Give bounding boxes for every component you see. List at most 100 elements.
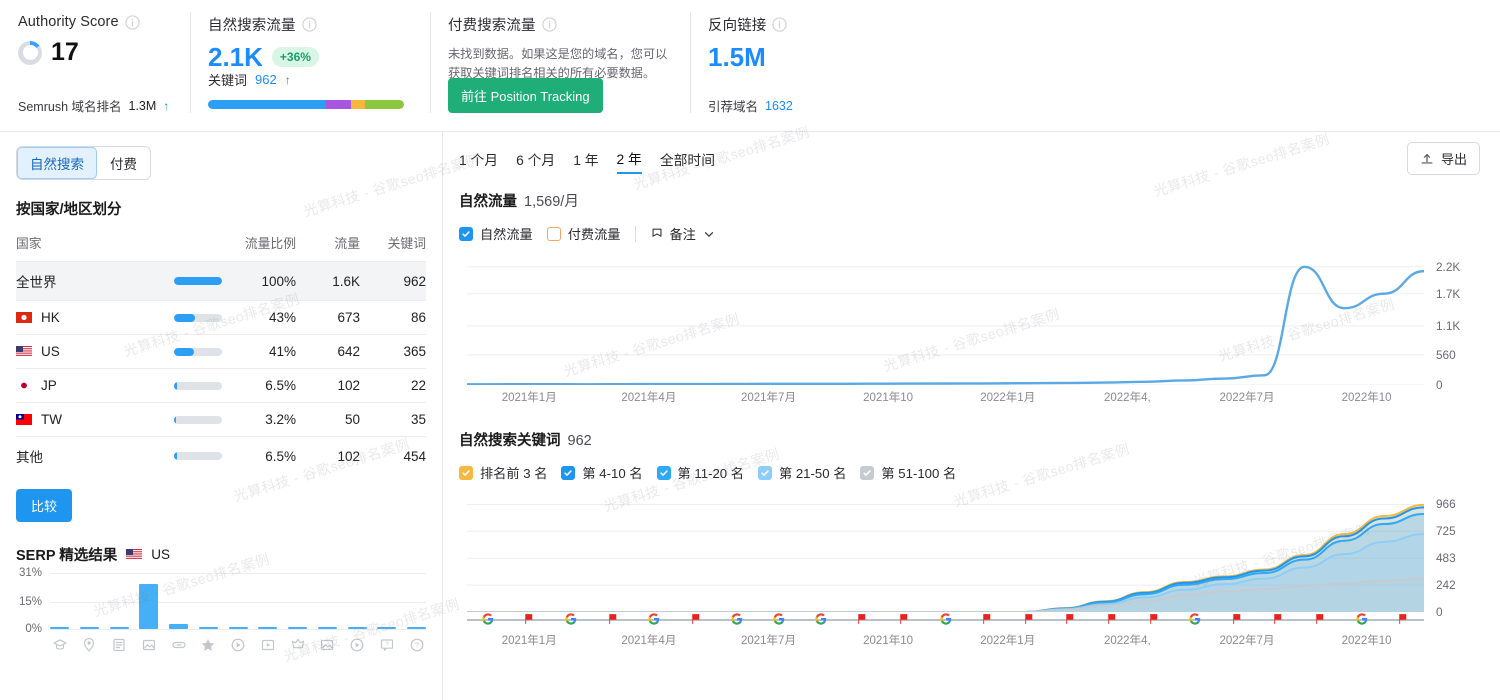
document-icon[interactable] bbox=[110, 637, 129, 653]
google-update-marker-icon[interactable] bbox=[648, 612, 661, 626]
cell-keywords[interactable]: 86 bbox=[360, 301, 426, 335]
legend-divider bbox=[635, 226, 636, 242]
note-flag-marker-icon[interactable] bbox=[1272, 612, 1285, 626]
toggle-付费[interactable]: 付费 bbox=[97, 147, 150, 179]
legend-第 51-100 名[interactable]: 第 51-100 名 bbox=[860, 463, 956, 482]
y-tick: 1.7K bbox=[1436, 287, 1460, 301]
note-flag-marker-icon[interactable] bbox=[606, 612, 619, 626]
video-play-icon[interactable] bbox=[229, 637, 248, 653]
serp-bar-video-box-icon[interactable] bbox=[258, 627, 277, 629]
note-flag-marker-icon[interactable] bbox=[1397, 612, 1410, 626]
cell-traffic[interactable]: 673 bbox=[296, 301, 360, 335]
legend-organic-traffic[interactable]: 自然流量 bbox=[459, 224, 533, 243]
range-2 年[interactable]: 2 年 bbox=[617, 146, 642, 174]
note-flag-marker-icon[interactable] bbox=[523, 612, 536, 626]
note-flag-marker-icon[interactable] bbox=[856, 612, 869, 626]
table-row[interactable]: TW 3.2% 50 35 bbox=[16, 403, 426, 437]
serp-bar-document-icon[interactable] bbox=[110, 627, 129, 629]
note-flag-marker-icon[interactable] bbox=[981, 612, 994, 626]
legend-paid-traffic[interactable]: 付费流量 bbox=[547, 224, 621, 243]
referring-domains-value[interactable]: 1632 bbox=[765, 99, 793, 113]
serp-feature-icons-row: ?? bbox=[50, 637, 426, 653]
question-box-icon[interactable]: ? bbox=[377, 637, 396, 653]
serp-bar-play-circle-icon[interactable] bbox=[348, 627, 367, 629]
google-update-marker-icon[interactable] bbox=[565, 612, 578, 626]
note-flag-marker-icon[interactable] bbox=[1022, 612, 1035, 626]
checkbox-unchecked-icon[interactable] bbox=[547, 227, 561, 241]
time-range-selector[interactable]: 1 个月 6 个月 1 年 2 年全部时间 bbox=[459, 146, 1480, 174]
note-flag-marker-icon[interactable] bbox=[1230, 612, 1243, 626]
compare-button[interactable]: 比较 bbox=[16, 489, 72, 522]
position-tracking-button[interactable]: 前往 Position Tracking bbox=[448, 78, 603, 113]
note-flag-marker-icon[interactable] bbox=[1105, 612, 1118, 626]
google-update-marker-icon[interactable] bbox=[731, 612, 744, 626]
range-1 年[interactable]: 1 年 bbox=[573, 147, 598, 173]
cell-keywords[interactable]: 365 bbox=[360, 335, 426, 369]
video-box-icon[interactable] bbox=[258, 637, 277, 653]
image-alt-icon[interactable] bbox=[318, 637, 337, 653]
image-icon[interactable] bbox=[139, 637, 158, 653]
cell-traffic[interactable]: 102 bbox=[296, 369, 360, 403]
google-update-marker-icon[interactable] bbox=[939, 612, 952, 626]
info-icon[interactable] bbox=[542, 17, 557, 32]
serp-bar-star-icon[interactable] bbox=[199, 627, 218, 629]
link-icon[interactable] bbox=[169, 637, 188, 653]
serp-bar-location-pin-icon[interactable] bbox=[80, 627, 99, 629]
table-row[interactable]: JP 6.5% 102 22 bbox=[16, 369, 426, 403]
checkbox-checked-icon[interactable] bbox=[758, 466, 772, 480]
location-pin-icon[interactable] bbox=[80, 637, 99, 653]
serp-bar-image-alt-icon[interactable] bbox=[318, 627, 337, 629]
export-button[interactable]: 导出 bbox=[1407, 142, 1480, 175]
legend-第 11-20 名[interactable]: 第 11-20 名 bbox=[657, 463, 744, 482]
note-flag-marker-icon[interactable] bbox=[897, 612, 910, 626]
range-1 个月[interactable]: 1 个月 bbox=[459, 147, 498, 173]
table-row[interactable]: 全世界 100% 1.6K 962 bbox=[16, 262, 426, 301]
serp-bar-video-play-icon[interactable] bbox=[229, 627, 248, 629]
range-全部时间[interactable]: 全部时间 bbox=[660, 147, 715, 173]
cell-keywords[interactable]: 35 bbox=[360, 403, 426, 437]
serp-bar-crown-icon[interactable] bbox=[288, 627, 307, 629]
note-flag-marker-icon[interactable] bbox=[1064, 612, 1077, 626]
google-update-marker-icon[interactable] bbox=[1355, 612, 1368, 626]
google-update-marker-icon[interactable] bbox=[481, 612, 494, 626]
serp-bar-link-icon[interactable] bbox=[169, 624, 188, 629]
x-tick: 2022年1月 bbox=[980, 389, 1035, 405]
checkbox-checked-icon[interactable] bbox=[657, 466, 671, 480]
google-update-marker-icon[interactable] bbox=[773, 612, 786, 626]
star-icon[interactable] bbox=[199, 637, 218, 653]
legend-排名前 3 名[interactable]: 排名前 3 名 bbox=[459, 463, 547, 482]
serp-bar-question-box-icon[interactable] bbox=[377, 627, 396, 629]
range-6 个月[interactable]: 6 个月 bbox=[516, 147, 555, 173]
crown-icon[interactable] bbox=[288, 637, 307, 653]
notes-dropdown[interactable]: 备注 bbox=[650, 224, 716, 243]
play-circle-icon[interactable] bbox=[348, 637, 367, 653]
table-row[interactable]: HK 43% 673 86 bbox=[16, 301, 426, 335]
serp-bar-question-circle-icon[interactable] bbox=[407, 627, 426, 629]
serp-bar-graduation-cap-icon[interactable] bbox=[50, 627, 69, 629]
search-type-toggle[interactable]: 自然搜索付费 bbox=[16, 146, 151, 180]
checkbox-checked-icon[interactable] bbox=[459, 466, 473, 480]
table-row[interactable]: US 41% 642 365 bbox=[16, 335, 426, 369]
legend-第 4-10 名[interactable]: 第 4-10 名 bbox=[561, 463, 642, 482]
serp-bar-image-icon[interactable] bbox=[139, 584, 158, 629]
note-flag-marker-icon[interactable] bbox=[1147, 612, 1160, 626]
graduation-cap-icon[interactable] bbox=[50, 637, 69, 653]
google-update-marker-icon[interactable] bbox=[814, 612, 827, 626]
note-flag-marker-icon[interactable] bbox=[689, 612, 702, 626]
info-icon[interactable] bbox=[302, 17, 317, 32]
note-flag-marker-icon[interactable] bbox=[1313, 612, 1326, 626]
checkbox-checked-icon[interactable] bbox=[860, 466, 874, 480]
question-circle-icon[interactable]: ? bbox=[407, 637, 426, 653]
cell-traffic[interactable]: 50 bbox=[296, 403, 360, 437]
cell-traffic[interactable]: 642 bbox=[296, 335, 360, 369]
info-icon[interactable] bbox=[125, 15, 140, 30]
legend-第 21-50 名[interactable]: 第 21-50 名 bbox=[758, 463, 846, 482]
checkbox-checked-icon[interactable] bbox=[561, 466, 575, 480]
info-icon[interactable] bbox=[772, 17, 787, 32]
toggle-自然搜索[interactable]: 自然搜索 bbox=[17, 147, 97, 179]
table-row[interactable]: 其他 6.5% 102 454 bbox=[16, 437, 426, 476]
checkbox-checked-icon[interactable] bbox=[459, 227, 473, 241]
cell-keywords[interactable]: 22 bbox=[360, 369, 426, 403]
google-update-marker-icon[interactable] bbox=[1189, 612, 1202, 626]
chevron-down-icon bbox=[702, 227, 716, 241]
